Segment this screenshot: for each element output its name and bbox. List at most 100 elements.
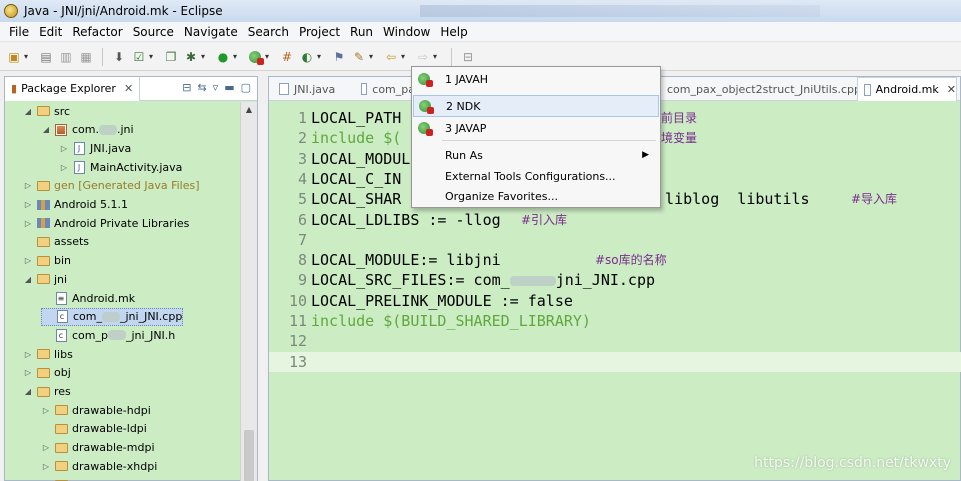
line-text: include $(BUILD_SHARED_LIBRARY) xyxy=(311,311,591,331)
scroll-up-icon[interactable]: ▲ xyxy=(241,102,257,118)
expanded-icon[interactable]: ◢ xyxy=(41,125,51,134)
menu-item[interactable]: External Tools Configurations... xyxy=(413,165,659,187)
collapsed-icon[interactable]: ▷ xyxy=(23,181,33,190)
forward-dropdown-icon[interactable]: ▾ xyxy=(433,52,441,61)
collapsed-icon[interactable]: ▷ xyxy=(23,256,33,265)
tab-jni-java[interactable]: JNI.java xyxy=(273,77,353,101)
tree-item[interactable]: ▷ obj xyxy=(23,364,71,382)
back-icon[interactable]: ⇦ xyxy=(383,49,399,65)
expanded-icon[interactable]: ◢ xyxy=(23,275,33,284)
save-icon[interactable]: ▤ xyxy=(38,49,54,65)
menu-item[interactable]: 3 JAVAP xyxy=(413,117,659,139)
code-comment: #导入库 xyxy=(851,192,898,207)
collapsed-icon[interactable]: ▷ xyxy=(23,200,33,209)
tree-item[interactable]: c com_ _jni_JNI.cpp xyxy=(41,307,184,326)
tree-item[interactable]: ▷ J JNI.java xyxy=(59,139,131,157)
new-dropdown-icon[interactable]: ▾ xyxy=(24,52,32,61)
tree-item[interactable]: ▷ J MainActivity.java xyxy=(59,158,182,176)
tree-item[interactable]: ◢ jni xyxy=(23,270,67,288)
tree-item[interactable]: ▷ Android Private Libraries xyxy=(23,214,189,232)
checkbox-dropdown-icon[interactable]: ▾ xyxy=(149,52,157,61)
collapsed-icon[interactable]: ▷ xyxy=(41,406,51,415)
close-icon[interactable]: ✕ xyxy=(947,83,956,96)
run-icon[interactable]: ● xyxy=(215,49,231,65)
link-editor-icon[interactable]: ⇆ xyxy=(197,81,206,94)
print-icon[interactable]: ▦ xyxy=(78,49,94,65)
expanded-icon[interactable]: ◢ xyxy=(23,107,33,116)
menu-item[interactable]: Run As ▶ xyxy=(413,144,659,166)
menu-item[interactable]: 2 NDK xyxy=(413,95,659,117)
collapse-all-icon[interactable]: ⊟ xyxy=(182,81,191,94)
external-tools-icon[interactable] xyxy=(247,49,264,65)
tab-com-pa[interactable]: com_pa xyxy=(355,77,415,101)
tree-item[interactable]: ◢ com. .jni xyxy=(41,121,134,139)
pin-icon[interactable]: ⊟ xyxy=(460,49,476,65)
tree-item[interactable]: drawable-ldpi xyxy=(41,420,147,438)
close-icon[interactable]: ✕ xyxy=(124,82,133,95)
tree-item[interactable]: assets xyxy=(23,233,89,251)
tree-item[interactable]: ▷ libs xyxy=(23,345,73,363)
line-text: LOCAL_C_IN xyxy=(311,169,401,189)
pencil-icon[interactable]: ✎ xyxy=(351,49,367,65)
menu-window[interactable]: Window xyxy=(378,22,435,42)
new-icon[interactable]: ▣ xyxy=(6,49,22,65)
android-sdk-icon[interactable]: ⬇ xyxy=(111,49,127,65)
tree-item[interactable]: ▷ drawable-hdpi xyxy=(41,401,151,419)
tree-item[interactable]: ▷ drawable-mdpi xyxy=(41,439,155,457)
collapsed-icon[interactable]: ▷ xyxy=(23,219,33,228)
save-all-icon[interactable]: ▥ xyxy=(58,49,74,65)
perspective-dropdown-icon[interactable]: ▾ xyxy=(317,52,325,61)
tree-item[interactable]: ▷ drawable-xhdpi xyxy=(41,457,157,475)
tab-package-explorer[interactable]: ▮ Package Explorer ✕ xyxy=(5,76,141,101)
collapsed-icon[interactable]: ▷ xyxy=(41,462,51,471)
menu-edit[interactable]: Edit xyxy=(34,22,67,42)
search-icon[interactable]: ⚑ xyxy=(331,49,347,65)
open-perspective-icon[interactable]: ◐ xyxy=(299,49,315,65)
collapsed-icon[interactable]: ▷ xyxy=(41,443,51,452)
package-explorer-scrollbar[interactable]: ▲ xyxy=(240,102,257,481)
forward-icon[interactable]: ⇨ xyxy=(415,49,431,65)
menu-search[interactable]: Search xyxy=(243,22,294,42)
line-number: 7 xyxy=(297,230,307,249)
tree-item[interactable]: ◢ res xyxy=(23,383,71,401)
tree-item[interactable]: ▷drawable-xxhdpi xyxy=(41,476,164,481)
menu-file[interactable]: File xyxy=(4,22,34,42)
checkbox-icon[interactable]: ☑ xyxy=(131,49,147,65)
collapsed-icon[interactable]: ▷ xyxy=(59,144,69,153)
tree-item-label: jni xyxy=(54,272,68,286)
debug-dropdown-icon[interactable]: ▾ xyxy=(201,52,209,61)
debug-icon[interactable]: ✱ xyxy=(183,49,199,65)
scroll-thumb[interactable] xyxy=(244,430,254,481)
menu-run[interactable]: Run xyxy=(345,22,378,42)
collapsed-icon[interactable]: ▷ xyxy=(23,350,33,359)
back-dropdown-icon[interactable]: ▾ xyxy=(401,52,409,61)
tree-item[interactable]: ▷ bin xyxy=(23,252,71,270)
tree-item[interactable]: ▷ Android 5.1.1 xyxy=(23,196,128,214)
expanded-icon[interactable]: ◢ xyxy=(23,387,33,396)
minimize-icon[interactable]: ▬ xyxy=(224,81,234,94)
code-line: 12 xyxy=(269,331,961,351)
external-tools-dropdown-icon[interactable]: ▾ xyxy=(265,52,273,61)
collapsed-icon[interactable]: ▷ xyxy=(23,368,33,377)
tree-item[interactable]: ≡ Android.mk xyxy=(41,289,135,307)
tree-item[interactable]: c com_p _jni_JNI.h xyxy=(41,326,175,344)
new-android-project-icon[interactable]: ❐ xyxy=(163,49,179,65)
menu-item[interactable]: Organize Favorites... xyxy=(413,185,659,207)
menu-navigate[interactable]: Navigate xyxy=(179,22,243,42)
tree-item[interactable]: ▷ gen [Generated Java Files] xyxy=(23,177,200,195)
run-dropdown-icon[interactable]: ▾ xyxy=(233,52,241,61)
maximize-icon[interactable]: ▢ xyxy=(241,81,251,94)
tree-item[interactable]: ◢ src xyxy=(23,102,70,120)
menu-help[interactable]: Help xyxy=(435,22,472,42)
collapsed-icon[interactable]: ▷ xyxy=(59,163,69,172)
menu-source[interactable]: Source xyxy=(128,22,179,42)
menu-item[interactable]: 1 JAVAH xyxy=(413,68,659,90)
menu-project[interactable]: Project xyxy=(294,22,345,42)
view-menu-icon[interactable]: ▿ xyxy=(213,81,219,94)
pencil-dropdown-icon[interactable]: ▾ xyxy=(369,52,377,61)
line-number: 8 xyxy=(297,251,307,270)
tab-jniutils-cpp[interactable]: com_pax_object2struct_JniUtils.cpp xyxy=(661,77,861,101)
tab-android-mk[interactable]: Android.mk ✕ xyxy=(857,77,957,101)
menu-refactor[interactable]: Refactor xyxy=(67,22,127,42)
open-type-icon[interactable]: # xyxy=(279,49,295,65)
